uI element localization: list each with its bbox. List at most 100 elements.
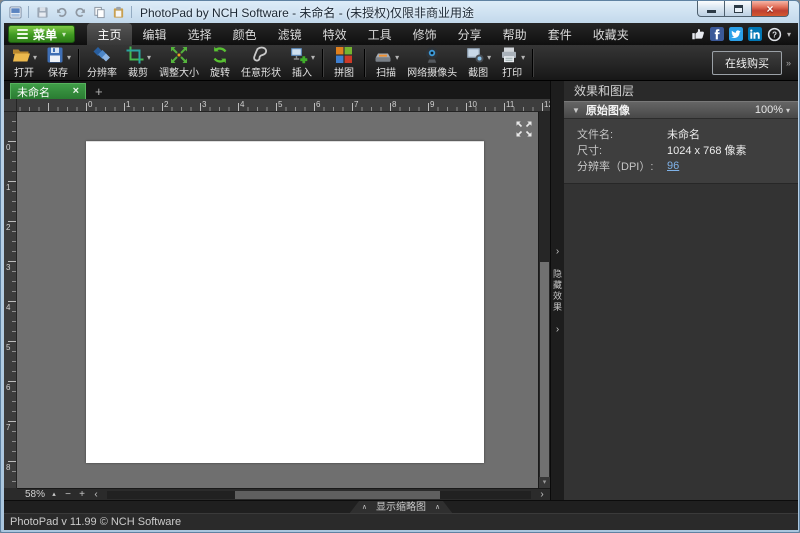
copy-icon[interactable] [91, 5, 107, 20]
chevron-up-icon: ∧ [362, 504, 367, 511]
tab-套件[interactable]: 套件 [537, 23, 582, 45]
toolbar-button-插入[interactable]: ▾ 插入 [285, 46, 319, 80]
fit-to-screen-icon[interactable] [515, 120, 533, 138]
buy-online-button[interactable]: 在线购买 [712, 51, 782, 75]
twitter-icon[interactable] [729, 27, 743, 41]
linkedin-icon[interactable] [748, 27, 762, 41]
ruler-label: 6 [316, 100, 320, 109]
save-small-icon[interactable] [34, 5, 50, 20]
menu-button[interactable]: 菜单 ▾ [8, 25, 75, 43]
toolbar-button-调整大小[interactable]: 调整大小 [155, 46, 203, 80]
toolbar-button-打印[interactable]: ▾打印 [495, 46, 529, 80]
redo-icon[interactable] [72, 5, 88, 20]
document-tab-untitled[interactable]: 未命名 × [10, 83, 86, 99]
original-image-section-header[interactable]: ▼ 原始图像 100% ▾ [564, 101, 798, 119]
canvas-viewport[interactable] [17, 112, 538, 488]
toolbar-button-分辨率[interactable]: 分辨率 [83, 46, 121, 80]
help-icon[interactable]: ? [767, 27, 782, 42]
rotate-icon [210, 45, 230, 70]
chevron-right-icon: › [556, 325, 559, 335]
ruler-label: 10 [468, 100, 477, 109]
dropdown-caret-icon[interactable]: ▾ [33, 53, 37, 62]
tab-颜色[interactable]: 颜色 [222, 23, 267, 45]
tab-修饰[interactable]: 修饰 [402, 23, 447, 45]
vertical-scrollbar[interactable]: ▾ [538, 112, 550, 488]
menu-tabs: 主页编辑选择颜色滤镜特效工具修饰分享帮助套件收藏夹 [87, 23, 691, 45]
zoom-out-button[interactable]: − [63, 490, 73, 500]
toolbar-separator [532, 49, 534, 77]
close-button[interactable]: × [751, 1, 789, 17]
tab-帮助[interactable]: 帮助 [492, 23, 537, 45]
image-info: 文件名:未命名尺寸:1024 x 768 像素分辨率（DPI）:96 [564, 119, 798, 184]
resize-icon [169, 45, 189, 70]
panel-title: 效果和图层 [564, 81, 798, 101]
tab-分享[interactable]: 分享 [447, 23, 492, 45]
zoom-level[interactable]: 58% [20, 489, 45, 500]
expander-triangle-icon[interactable]: ▼ [572, 106, 580, 115]
tab-主页[interactable]: 主页 [87, 23, 132, 45]
insert-icon [289, 45, 309, 70]
close-icon: × [766, 3, 773, 15]
paste-icon[interactable] [110, 5, 126, 20]
tab-编辑[interactable]: 编辑 [132, 23, 177, 45]
maximize-button[interactable] [725, 1, 751, 17]
layer-opacity-value: 100% [755, 104, 783, 116]
canvas-page[interactable] [86, 141, 484, 463]
tab-选择[interactable]: 选择 [177, 23, 222, 45]
facebook-icon[interactable] [710, 27, 724, 41]
chevron-down-icon: ▾ [62, 30, 66, 39]
zoom-in-button[interactable]: + [77, 490, 87, 500]
dropdown-caret-icon[interactable]: ▾ [147, 53, 151, 62]
panel-collapse-strip[interactable]: › 隐藏效果 › [550, 81, 564, 500]
horizontal-scrollbar[interactable] [107, 491, 531, 499]
toolbar-button-网络摄像头[interactable]: 网络摄像头 [403, 46, 461, 80]
tab-收藏夹[interactable]: 收藏夹 [582, 23, 639, 45]
close-tab-icon[interactable]: × [73, 86, 79, 97]
toolbar-button-任意形状[interactable]: 任意形状 [237, 46, 285, 80]
titlebar: PhotoPad by NCH Software - 未命名 - (未授权)仅限… [1, 1, 799, 23]
toolbar-button-旋转[interactable]: 旋转 [203, 46, 237, 80]
dropdown-caret-icon[interactable]: ▾ [487, 53, 491, 62]
thumbs-up-icon[interactable] [691, 27, 705, 41]
scroll-left-icon[interactable]: ‹ [91, 490, 101, 500]
undo-icon[interactable] [53, 5, 69, 20]
scroll-right-icon[interactable]: › [537, 490, 547, 500]
info-row: 分辨率（DPI）:96 [564, 158, 798, 174]
minimize-button[interactable] [697, 1, 725, 17]
toolbar-button-label: 插入 [292, 68, 312, 79]
toolbar-button-裁剪[interactable]: ▾裁剪 [121, 46, 155, 80]
dropdown-caret-icon[interactable]: ▾ [521, 53, 525, 62]
toolbar-button-打开[interactable]: ▾打开 [7, 46, 41, 80]
layer-opacity-dropdown[interactable]: 100% ▾ [755, 104, 790, 116]
toolbar-button-label: 旋转 [210, 68, 230, 79]
scroll-down-icon[interactable]: ▾ [539, 477, 550, 488]
tab-工具[interactable]: 工具 [357, 23, 402, 45]
status-text: PhotoPad v 11.99 © NCH Software [10, 516, 181, 528]
ruler-label: 4 [6, 303, 10, 312]
dpi-link[interactable]: 96 [667, 160, 679, 172]
menu-button-label: 菜单 [33, 26, 57, 43]
maximize-icon [734, 5, 743, 13]
window-title: PhotoPad by NCH Software - 未命名 - (未授权)仅限… [140, 4, 793, 21]
toolbar-button-拼图[interactable]: 拼图 [327, 46, 361, 80]
tab-特效[interactable]: 特效 [312, 23, 357, 45]
zoom-menu-caret-icon[interactable]: ▴ [49, 490, 59, 500]
horizontal-scrollbar-thumb[interactable] [235, 491, 440, 499]
toolbar-overflow-button[interactable]: » [782, 58, 795, 68]
vertical-scrollbar-thumb[interactable] [540, 262, 549, 484]
tab-滤镜[interactable]: 滤镜 [267, 23, 312, 45]
separator [131, 6, 132, 18]
toolbar-button-截图[interactable]: ▾截图 [461, 46, 495, 80]
scan-icon [373, 45, 393, 70]
toolbar-separator [78, 49, 80, 77]
new-tab-button[interactable]: + [95, 84, 103, 99]
dropdown-caret-icon[interactable]: ▾ [67, 53, 71, 62]
ruler-label: 4 [240, 100, 244, 109]
dropdown-caret-icon[interactable]: ▾ [311, 53, 315, 62]
toolbar-button-扫描[interactable]: ▾扫描 [369, 46, 403, 80]
toolbar-button-保存[interactable]: ▾保存 [41, 46, 75, 80]
toolbar-button-label: 网络摄像头 [407, 68, 457, 79]
dropdown-caret-icon[interactable]: ▾ [395, 53, 399, 62]
resolution-icon [92, 45, 112, 70]
quick-access-toolbar [7, 5, 134, 20]
